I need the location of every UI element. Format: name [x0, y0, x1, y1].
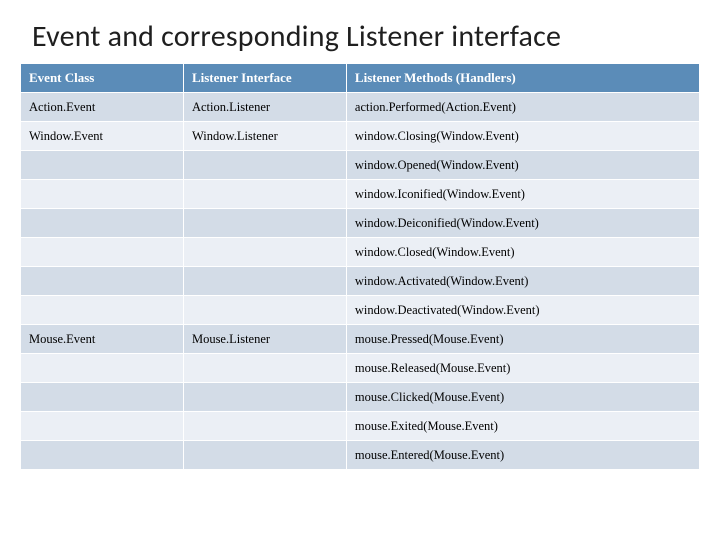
header-listener-interface: Listener Interface: [183, 64, 346, 93]
cell-listener: [183, 267, 346, 296]
table-row: window.Closed(Window.Event): [21, 238, 700, 267]
table-row: window.Deiconified(Window.Event): [21, 209, 700, 238]
cell-method: mouse.Exited(Mouse.Event): [346, 412, 699, 441]
table-row: Window.Event Window.Listener window.Clos…: [21, 122, 700, 151]
cell-event: Window.Event: [21, 122, 184, 151]
cell-method: mouse.Released(Mouse.Event): [346, 354, 699, 383]
table-row: mouse.Released(Mouse.Event): [21, 354, 700, 383]
cell-event: [21, 151, 184, 180]
cell-event: [21, 180, 184, 209]
cell-listener: Window.Listener: [183, 122, 346, 151]
cell-method: window.Opened(Window.Event): [346, 151, 699, 180]
table-row: window.Opened(Window.Event): [21, 151, 700, 180]
table-body: Action.Event Action.Listener action.Perf…: [21, 93, 700, 470]
table-header-row: Event Class Listener Interface Listener …: [21, 64, 700, 93]
cell-listener: [183, 151, 346, 180]
cell-method: window.Deactivated(Window.Event): [346, 296, 699, 325]
cell-listener: [183, 412, 346, 441]
cell-event: Mouse.Event: [21, 325, 184, 354]
cell-method: window.Closing(Window.Event): [346, 122, 699, 151]
cell-listener: [183, 238, 346, 267]
cell-listener: [183, 209, 346, 238]
cell-event: [21, 267, 184, 296]
slide: Event and corresponding Listener interfa…: [0, 0, 720, 540]
table-row: mouse.Clicked(Mouse.Event): [21, 383, 700, 412]
cell-event: [21, 441, 184, 470]
header-listener-methods: Listener Methods (Handlers): [346, 64, 699, 93]
cell-method: action.Performed(Action.Event): [346, 93, 699, 122]
header-event-class: Event Class: [21, 64, 184, 93]
table-row: Mouse.Event Mouse.Listener mouse.Pressed…: [21, 325, 700, 354]
cell-event: [21, 412, 184, 441]
slide-title: Event and corresponding Listener interfa…: [32, 18, 700, 55]
cell-method: window.Iconified(Window.Event): [346, 180, 699, 209]
table-row: mouse.Entered(Mouse.Event): [21, 441, 700, 470]
table-row: window.Deactivated(Window.Event): [21, 296, 700, 325]
cell-event: [21, 209, 184, 238]
listener-table: Event Class Listener Interface Listener …: [20, 63, 700, 470]
table-row: Action.Event Action.Listener action.Perf…: [21, 93, 700, 122]
cell-listener: Action.Listener: [183, 93, 346, 122]
cell-listener: [183, 354, 346, 383]
cell-method: window.Closed(Window.Event): [346, 238, 699, 267]
cell-event: [21, 296, 184, 325]
cell-event: [21, 383, 184, 412]
cell-method: mouse.Entered(Mouse.Event): [346, 441, 699, 470]
cell-listener: [183, 383, 346, 412]
cell-method: window.Deiconified(Window.Event): [346, 209, 699, 238]
cell-listener: Mouse.Listener: [183, 325, 346, 354]
cell-event: [21, 238, 184, 267]
cell-method: window.Activated(Window.Event): [346, 267, 699, 296]
cell-listener: [183, 180, 346, 209]
cell-listener: [183, 441, 346, 470]
cell-listener: [183, 296, 346, 325]
cell-event: Action.Event: [21, 93, 184, 122]
cell-method: mouse.Pressed(Mouse.Event): [346, 325, 699, 354]
table-row: mouse.Exited(Mouse.Event): [21, 412, 700, 441]
table-row: window.Iconified(Window.Event): [21, 180, 700, 209]
table-row: window.Activated(Window.Event): [21, 267, 700, 296]
cell-event: [21, 354, 184, 383]
cell-method: mouse.Clicked(Mouse.Event): [346, 383, 699, 412]
